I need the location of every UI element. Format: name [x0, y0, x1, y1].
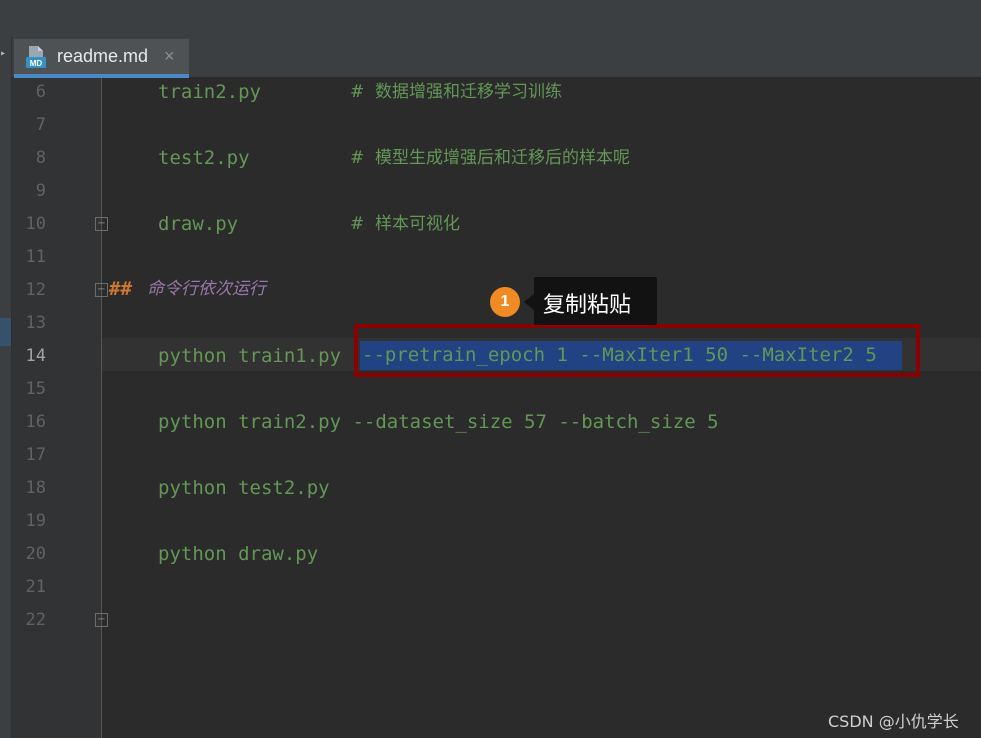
line-number-active: 14 — [25, 346, 46, 366]
scroll-left-icon[interactable]: ▸ — [0, 48, 6, 59]
line-number: 22 — [25, 610, 46, 630]
code-line-14[interactable]: python train1.py — [158, 340, 341, 373]
line-number: 18 — [25, 478, 46, 498]
code-comment-6[interactable]: # 数据增强和迁移学习训练 — [350, 76, 562, 109]
code-line-8[interactable]: test2.py — [158, 142, 250, 175]
markdown-heading-text[interactable]: 命令行依次运行 — [147, 273, 266, 306]
line-number: 12 — [25, 280, 46, 300]
line-number: 19 — [25, 511, 46, 531]
markdown-icon-label: MD — [30, 59, 43, 68]
tab-label[interactable]: readme.md — [57, 46, 148, 67]
line-number: 20 — [25, 544, 46, 564]
gutter-divider — [101, 78, 102, 738]
line-number: 17 — [25, 445, 46, 465]
line-number: 6 — [35, 82, 46, 102]
markdown-heading-marker[interactable]: ## — [109, 273, 132, 306]
title-bar — [0, 0, 981, 38]
code-line-20[interactable]: python draw.py — [158, 538, 318, 571]
code-comment-8[interactable]: # 模型生成增强后和迁移后的样本呢 — [350, 142, 630, 175]
line-number: 11 — [25, 247, 46, 267]
line-number: 16 — [25, 412, 46, 432]
code-line-6[interactable]: train2.py — [158, 76, 261, 109]
fold-end-icon[interactable]: − — [95, 217, 108, 231]
line-number: 13 — [25, 313, 46, 333]
code-comment-10[interactable]: # 样本可视化 — [350, 208, 460, 241]
markdown-file-icon: MD — [26, 46, 46, 68]
tooltip-pointer — [524, 294, 534, 310]
code-line-16[interactable]: python train2.py --dataset_size 57 --bat… — [158, 406, 719, 439]
tab-close-icon[interactable]: × — [164, 46, 175, 67]
step-badge: 1 — [490, 287, 520, 317]
fold-start-icon[interactable]: − — [95, 283, 108, 297]
line-number: 9 — [35, 181, 46, 201]
line-number: 15 — [25, 379, 46, 399]
code-line-18[interactable]: python test2.py — [158, 472, 330, 505]
line-number: 10 — [25, 214, 46, 234]
line-number: 21 — [25, 577, 46, 597]
highlight-box — [354, 324, 920, 377]
left-tool-strip — [0, 37, 12, 738]
watermark: CSDN @小仇学长 — [828, 712, 959, 731]
code-line-10[interactable]: draw.py — [158, 208, 238, 241]
line-number: 7 — [35, 115, 46, 135]
tool-strip-marker — [0, 318, 11, 346]
tooltip-text: 复制粘贴 — [543, 293, 632, 318]
line-number: 8 — [35, 148, 46, 168]
fold-end-icon[interactable]: − — [95, 613, 108, 627]
